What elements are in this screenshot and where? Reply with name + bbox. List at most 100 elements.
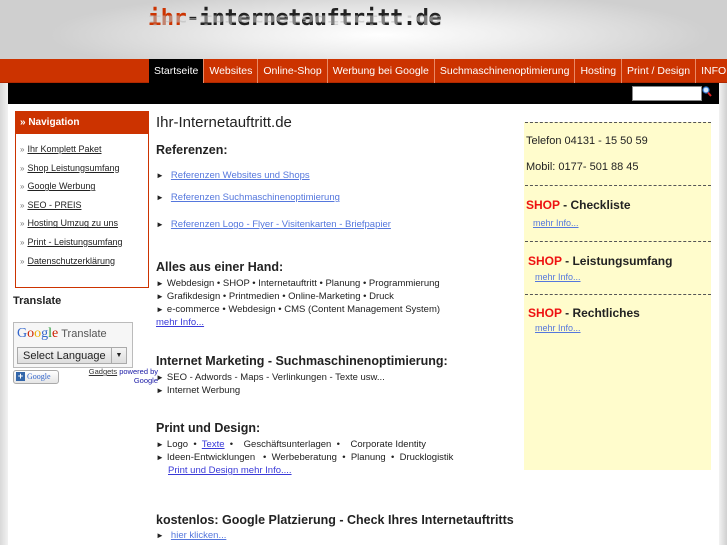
google-translate-widget: Google Translate Select Language ▼ — [13, 322, 133, 368]
arrow-bullet-icon: ► — [156, 386, 164, 395]
logo-reflection-accent: ihr — [148, 12, 187, 26]
list-item: ► Webdesign • SHOP • Internetauftritt • P… — [156, 278, 440, 289]
referenzen-websites-link[interactable]: Referenzen Websites und Shops — [171, 170, 310, 181]
shop-leistungsumfang-link[interactable]: mehr Info... — [535, 272, 581, 282]
bullet-icon: » — [20, 219, 25, 229]
list-item: ► Referenzen Websites und Shops — [156, 170, 310, 181]
shop-label: SHOP — [528, 306, 562, 320]
print-line: • Geschäftsunterlagen • Corporate Identi… — [224, 439, 427, 450]
sidebar-link[interactable]: SEO - PREIS — [27, 200, 81, 210]
list-item: ► e-commerce • Webdesign • CMS (Content M… — [156, 304, 440, 315]
alles-mehr-info-link[interactable]: mehr Info... — [156, 317, 204, 328]
sidebar-link[interactable]: Google Werbung — [27, 181, 95, 191]
bullet-icon: » — [20, 163, 25, 173]
referenzen-heading: Referenzen: — [156, 143, 228, 157]
page-title: Ihr-Internetauftritt.de — [156, 114, 292, 131]
powered-by-text: powered by — [119, 367, 158, 376]
alles-more-row: mehr Info... — [156, 317, 204, 328]
shop-rechtliches-link[interactable]: mehr Info... — [535, 323, 581, 333]
referenzen-logo-link[interactable]: Referenzen Logo - Flyer - Visitenkarten … — [171, 219, 391, 230]
shop-checkliste-heading: SHOP - Checkliste — [526, 198, 631, 212]
arrow-bullet-icon: ► — [156, 193, 164, 202]
arrow-bullet-icon: ► — [156, 440, 164, 449]
shop-title: - Rechtliches — [561, 306, 640, 320]
texte-link[interactable]: Texte — [202, 439, 225, 450]
list-item: ► Ideen-Entwicklungen • Werbeberatung • P… — [156, 452, 453, 463]
logo-letter: e — [52, 326, 59, 341]
arrow-bullet-icon: ► — [156, 292, 164, 301]
nav-online-shop[interactable]: Online-Shop — [258, 59, 328, 83]
kostenlos-heading: kostenlos: Google Platzierung - Check Ih… — [156, 513, 514, 527]
service-line: e-commerce • Webdesign • CMS (Content Ma… — [166, 304, 441, 315]
list-item: ► Referenzen Logo - Flyer - Visitenkarten… — [156, 219, 391, 230]
nav-hosting[interactable]: Hosting — [575, 59, 623, 83]
sidebar-item-google-werbung[interactable]: » Google Werbung — [20, 177, 148, 196]
nav-websites[interactable]: Websites — [204, 59, 259, 83]
arrow-bullet-icon: ► — [156, 373, 164, 382]
sidebar-link[interactable]: Ihr Komplett Paket — [27, 144, 101, 154]
mobile-number: Mobil: 0177- 501 88 45 — [526, 161, 639, 173]
sidebar-link[interactable]: Datenschutzerklärung — [27, 256, 115, 266]
marketing-line: Internet Werbung — [166, 385, 241, 396]
referenzen-seo-link[interactable]: Referenzen Suchmaschinenoptimierung — [171, 192, 340, 203]
sidebar-title: » Navigation — [16, 112, 148, 134]
arrow-bullet-icon: ► — [156, 531, 164, 540]
divider — [525, 185, 711, 186]
gadgets-powered-by: Gadgets powered by Google — [86, 367, 158, 385]
shop-title: - Checkliste — [559, 198, 631, 212]
arrow-bullet-icon: ► — [156, 171, 164, 180]
print-line: Logo • — [166, 439, 202, 450]
divider — [525, 294, 711, 295]
logo-reflection-text: -internetauftritt.de — [186, 12, 442, 26]
sidebar-item-datenschutz[interactable]: » Datenschutzerklärung — [20, 252, 148, 271]
add-to-google-label: Google — [27, 372, 51, 381]
language-select[interactable]: Select Language ▼ — [17, 347, 127, 364]
list-item: ► SEO - Adwords - Maps - Verlinkungen - T… — [156, 372, 385, 383]
service-line: Grafikdesign • Printmedien • Online-Mark… — [166, 291, 394, 302]
arrow-bullet-icon: ► — [156, 453, 164, 462]
bullet-icon: » — [20, 256, 25, 266]
gadgets-link[interactable]: Gadgets — [89, 367, 117, 376]
logo-reflection: ihr-internetauftritt.de — [148, 12, 441, 26]
sidebar-link[interactable]: Hosting Umzug zu uns — [27, 218, 118, 228]
plus-icon: + — [16, 371, 25, 381]
print-mehr-info-link[interactable]: Print und Design mehr Info.... — [168, 465, 292, 476]
sidebar-item-seo-preis[interactable]: » SEO - PREIS — [20, 196, 148, 215]
nav-info[interactable]: INFO — [696, 59, 727, 83]
shop-checkliste-link[interactable]: mehr Info... — [533, 218, 579, 228]
nav-werbung-bei-google[interactable]: Werbung bei Google — [328, 59, 435, 83]
list-item: ► Logo • Texte • Geschäftsunterlagen • Co… — [156, 439, 426, 450]
search-bar — [8, 83, 719, 104]
sidebar-item-shop-leistungsumfang[interactable]: » Shop Leistungsumfang — [20, 159, 148, 178]
service-line: Webdesign • SHOP • Internetauftritt • Pl… — [166, 278, 440, 289]
marketing-line: SEO - Adwords - Maps - Verlinkungen - Te… — [166, 372, 385, 383]
chevron-down-icon[interactable]: ▼ — [111, 348, 126, 363]
search-icon[interactable] — [702, 86, 712, 98]
sidebar-navigation: » Navigation » Ihr Komplett Paket » Shop L… — [15, 111, 149, 288]
shop-title: - Leistungsumfang — [561, 254, 673, 268]
nav-startseite[interactable]: Startseite — [149, 59, 205, 83]
list-item: ► Referenzen Suchmaschinenoptimierung — [156, 192, 340, 203]
sidebar-item-komplett-paket[interactable]: » Ihr Komplett Paket — [20, 140, 148, 159]
main-nav: Startseite Websites Online-Shop Werbung … — [149, 59, 727, 83]
sidebar-item-print-leistungsumfang[interactable]: » Print - Leistungsumfang — [20, 233, 148, 252]
search-input[interactable] — [632, 86, 702, 101]
nav-suchmaschinenoptimierung[interactable]: Suchmaschinenoptimierung — [435, 59, 576, 83]
google-translate-logo: Google Translate — [17, 326, 107, 342]
arrow-bullet-icon: ► — [156, 279, 164, 288]
bullet-icon: » — [20, 182, 25, 192]
sidebar-link[interactable]: Print - Leistungsumfang — [27, 237, 122, 247]
print-line: Ideen-Entwicklungen • Werbeberatung • Pl… — [166, 452, 454, 463]
hier-klicken-link[interactable]: hier klicken... — [171, 530, 226, 541]
divider — [525, 122, 711, 123]
sidebar-item-hosting-umzug[interactable]: » Hosting Umzug zu uns — [20, 214, 148, 233]
add-to-google-button[interactable]: + Google — [13, 370, 59, 384]
sidebar-link[interactable]: Shop Leistungsumfang — [27, 163, 119, 173]
site-header: ihr-internetauftritt.de ihr-internetauft… — [0, 0, 727, 60]
powered-by-google: Google — [133, 376, 158, 385]
nav-print-design[interactable]: Print / Design — [622, 59, 697, 83]
shop-leistungsumfang-heading: SHOP - Leistungsumfang — [528, 254, 672, 268]
arrow-bullet-icon: ► — [156, 305, 164, 314]
print-heading: Print und Design: — [156, 421, 261, 435]
bullet-icon: » — [20, 145, 25, 154]
